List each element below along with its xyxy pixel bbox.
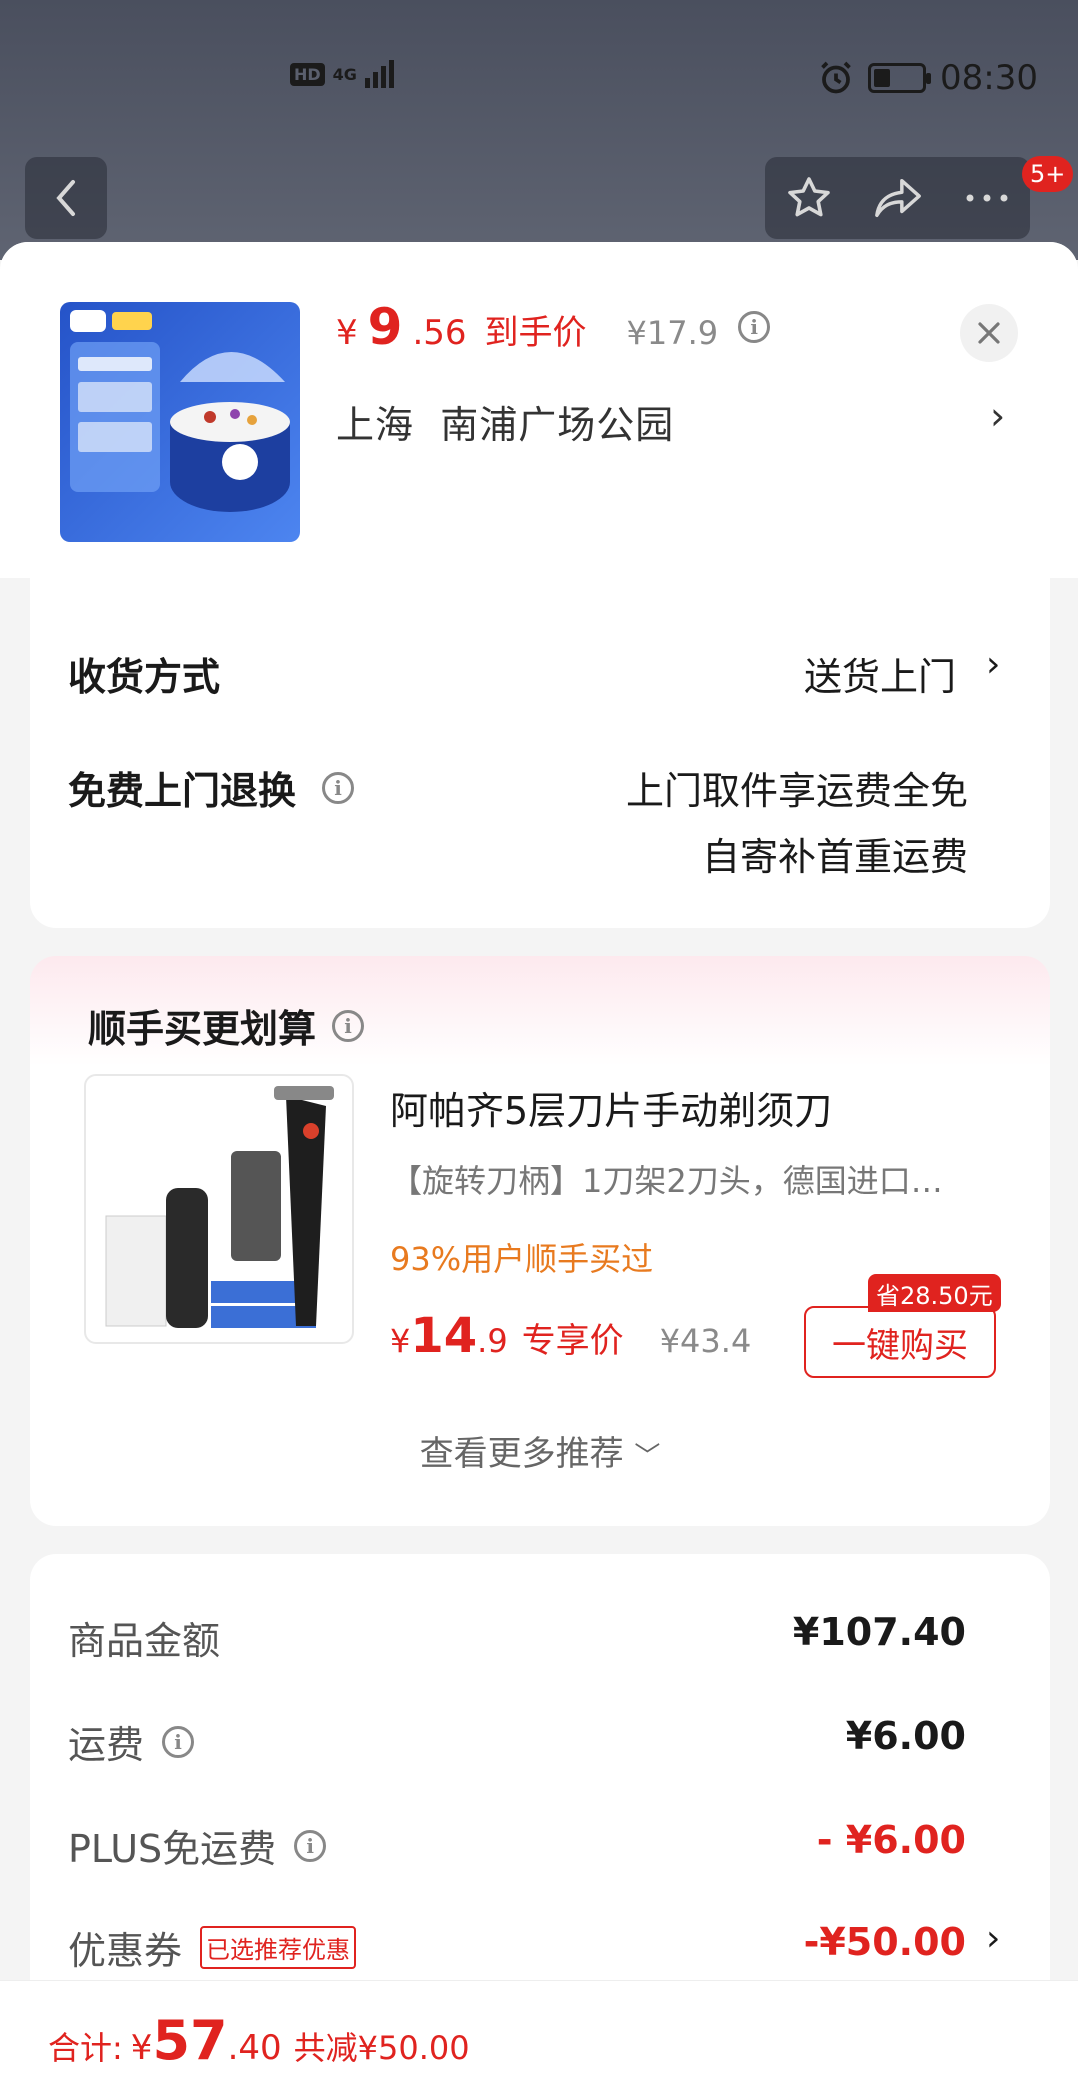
- free-return-label: 免费上门退换: [68, 769, 297, 813]
- original-price: ¥17.9: [626, 314, 719, 352]
- total-label: 合计:: [48, 2029, 123, 2067]
- rec-price-decimal: .9: [477, 1322, 508, 1360]
- price-integer: 9: [367, 298, 403, 356]
- shipping-value: ¥6.00: [845, 1714, 966, 1758]
- info-icon[interactable]: i: [332, 1009, 365, 1042]
- yogurt-illustration: [70, 310, 290, 512]
- rec-price-currency: ¥: [390, 1322, 411, 1360]
- shipping-text: 运费: [68, 1723, 145, 1767]
- return-line-2: 自寄补首重运费: [701, 835, 968, 879]
- info-icon[interactable]: i: [738, 311, 771, 343]
- back-button[interactable]: [25, 157, 107, 239]
- battery-icon: [868, 63, 932, 93]
- price-tag: 到手价: [484, 313, 587, 353]
- one-click-buy-button[interactable]: 一键购买: [804, 1306, 996, 1378]
- see-more-button[interactable]: 查看更多推荐 ﹀: [30, 1426, 1050, 1475]
- total-currency: ¥: [130, 2028, 153, 2068]
- order-total: 合计: ¥57.40 共减¥50.00: [48, 2009, 470, 2072]
- rec-original-price: ¥43.4: [659, 1322, 752, 1360]
- recommend-item-image[interactable]: [84, 1074, 354, 1344]
- coupon-recommend-tag: 已选推荐优惠: [200, 1926, 357, 1969]
- status-right: 08:30: [818, 58, 1038, 98]
- coupon-value[interactable]: -¥50.00: [804, 1920, 966, 1964]
- total-integer: 57: [152, 2009, 228, 2072]
- status-bar: HD 4G 08:30: [0, 50, 1078, 110]
- coupon-label[interactable]: 优惠券 已选推荐优惠: [68, 1920, 357, 1975]
- sheet-header: ¥9.56 到手价 ¥17.9 i 上海 南浦广场公园 ›: [0, 242, 1078, 578]
- goods-amount-label: 商品金额: [68, 1610, 220, 1665]
- price-currency: ¥: [336, 313, 358, 353]
- save-badge: 省28.50元: [868, 1274, 1001, 1312]
- location-place: 南浦广场公园: [440, 403, 675, 447]
- chevron-down-icon: ﹀: [634, 1442, 661, 1472]
- total-decimal: .40: [227, 2028, 282, 2068]
- signal-label: 4G: [332, 64, 357, 84]
- close-button[interactable]: [960, 304, 1018, 362]
- razor-illustration: [105, 1086, 334, 1328]
- chevron-right-icon[interactable]: ›: [986, 1918, 1000, 1959]
- recommend-item-name[interactable]: 阿帕齐5层刀片手动剃须刀: [390, 1080, 832, 1135]
- location-city: 上海: [336, 403, 415, 447]
- plus-free-shipping-text: PLUS免运费: [68, 1827, 277, 1871]
- more-icon[interactable]: [964, 192, 1010, 204]
- recommend-title-text: 顺手买更划算: [88, 1007, 317, 1051]
- return-row: 免费上门退换 i: [68, 760, 355, 815]
- network-indicator: HD 4G: [290, 60, 394, 88]
- plus-free-shipping-label: PLUS免运费 i: [68, 1818, 327, 1873]
- info-icon[interactable]: i: [162, 1725, 195, 1758]
- chevron-left-icon: [56, 180, 75, 216]
- chevron-right-icon[interactable]: ›: [986, 644, 1000, 685]
- recommend-card: 顺手买更划算 i 阿帕齐5层刀片手动剃须刀 【旋转刀柄】1刀架2刀头，德国进口……: [30, 956, 1050, 1526]
- alarm-icon: [821, 61, 851, 94]
- recommend-title: 顺手买更划算 i: [88, 998, 365, 1053]
- rec-price-integer: 14: [410, 1308, 478, 1364]
- goods-amount-text: 商品金额: [68, 1619, 221, 1663]
- product-price: ¥9.56 到手价 ¥17.9 i: [336, 298, 771, 356]
- rec-price-tag: 专享价: [521, 1321, 624, 1361]
- shipping-label: 运费 i: [68, 1714, 195, 1769]
- recommend-item-desc: 【旋转刀柄】1刀架2刀头，德国进口…: [390, 1162, 943, 1200]
- recommend-price: ¥14.9 专享价 ¥43.4: [390, 1308, 751, 1364]
- info-icon[interactable]: i: [294, 1829, 327, 1862]
- goods-amount-value: ¥107.40: [792, 1610, 966, 1654]
- price-decimal: .56: [412, 313, 467, 353]
- clock: 08:30: [940, 58, 1038, 98]
- delivery-location[interactable]: 上海 南浦广场公园: [336, 394, 674, 449]
- hd-label: HD: [290, 62, 325, 86]
- close-icon: [978, 322, 1000, 344]
- star-icon[interactable]: [785, 174, 833, 222]
- notification-badge: 5+: [1022, 156, 1074, 192]
- delivery-method-label: 收货方式: [68, 655, 221, 699]
- recommend-buyers: 93%用户顺手买过: [390, 1240, 654, 1278]
- product-image: [60, 302, 300, 542]
- checkout-bar: 合计: ¥57.40 共减¥50.00: [0, 1980, 1078, 2095]
- share-icon[interactable]: [873, 174, 923, 222]
- plus-free-shipping-value: - ¥6.00: [816, 1818, 966, 1862]
- total-saved: 共减¥50.00: [293, 2029, 470, 2067]
- signal-icon: [364, 60, 394, 88]
- bottom-sheet: ¥9.56 到手价 ¥17.9 i 上海 南浦广场公园 › 收货方式 送货上门 …: [0, 242, 1078, 2095]
- info-icon[interactable]: i: [322, 771, 355, 804]
- see-more-label: 查看更多推荐: [419, 1434, 624, 1474]
- chevron-right-icon[interactable]: ›: [990, 394, 1005, 438]
- return-line-1: 上门取件享运费全免: [625, 769, 968, 813]
- delivery-method-value[interactable]: 送货上门: [804, 646, 956, 701]
- coupon-text: 优惠券: [68, 1929, 183, 1973]
- nav-actions: [765, 157, 1030, 239]
- battery-level: [874, 69, 891, 87]
- delivery-card: 收货方式 送货上门 › 免费上门退换 i 上门取件享运费全免 自寄补首重运费: [30, 578, 1050, 928]
